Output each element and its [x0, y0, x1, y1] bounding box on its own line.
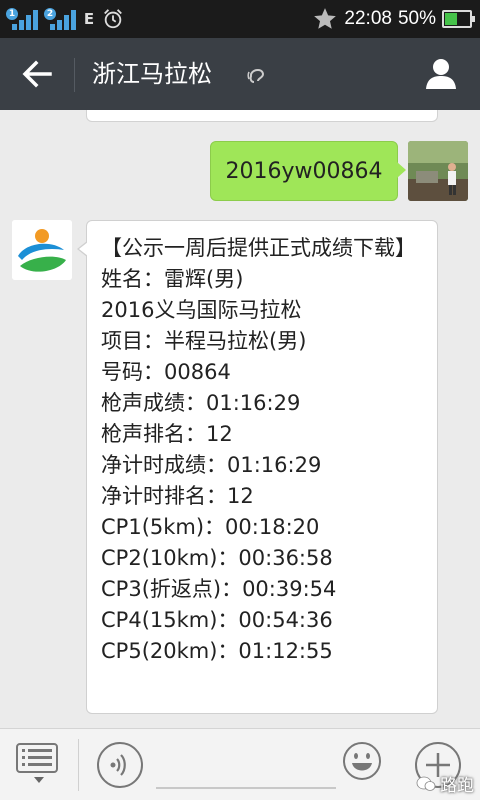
back-arrow-icon[interactable] [20, 58, 54, 90]
watermark-text: 路跑 [440, 776, 474, 796]
sender-logo-avatar[interactable] [12, 220, 72, 280]
sent-message-bubble[interactable]: 2016yw00864 [210, 141, 406, 201]
menu-icon[interactable] [16, 743, 62, 783]
network-type: E [83, 10, 95, 28]
previous-message-bubble[interactable] [86, 110, 438, 122]
battery-percent: 50% [397, 8, 436, 29]
voice-icon[interactable] [96, 741, 144, 789]
status-left: 1 2 E [6, 6, 124, 32]
clock: 22:08 [344, 8, 392, 29]
earpiece-icon [247, 68, 265, 83]
message-line: 【公示一周后提供正式成绩下载】 [101, 236, 416, 260]
profile-icon[interactable] [424, 56, 458, 90]
wechat-icon [416, 776, 436, 791]
my-avatar[interactable] [408, 141, 468, 201]
chat-area[interactable]: 2016yw00864 【公示一周后提供正式成绩下载】 姓名：雷辉(男) 201… [0, 110, 480, 728]
message-line: 2016义乌国际马拉松 [101, 298, 302, 322]
alarm-icon [104, 9, 122, 29]
message-line: CP5(20km)：01:12:55 [101, 639, 333, 663]
received-message-bubble[interactable]: 【公示一周后提供正式成绩下载】 姓名：雷辉(男) 2016义乌国际马拉松 项目：… [77, 220, 438, 714]
title-bar: 浙江马拉松 [0, 38, 480, 110]
message-line: 枪声排名：12 [101, 422, 233, 446]
signal-icon: 2 [44, 8, 76, 30]
message-line: 净计时排名：12 [101, 484, 254, 508]
signal-icon: 1 [6, 8, 38, 30]
star-icon [314, 8, 337, 29]
status-right: 22:08 50% [312, 6, 475, 32]
sent-message-text: 2016yw00864 [225, 158, 383, 184]
message-line: 姓名：雷辉(男) [101, 267, 244, 291]
message-line: 枪声成绩：01:16:29 [101, 391, 301, 415]
message-line: 号码：00864 [101, 360, 231, 384]
message-line: 项目：半程马拉松(男) [101, 329, 307, 353]
message-line: CP2(10km)：00:36:58 [101, 546, 333, 570]
message-line: CP1(5km)：00:18:20 [101, 515, 320, 539]
battery-icon [442, 10, 475, 28]
input-divider [78, 739, 79, 791]
message-input[interactable] [156, 743, 336, 789]
status-bar: 1 2 E 22:08 50% [0, 0, 480, 38]
emoji-icon[interactable] [342, 741, 382, 781]
chat-title: 浙江马拉松 [92, 60, 212, 88]
message-line: CP3(折返点)：00:39:54 [101, 577, 337, 601]
input-bar: 路跑 [0, 728, 480, 800]
header-divider [74, 58, 75, 92]
watermark: 路跑 [416, 771, 474, 796]
message-line: CP4(15km)：00:54:36 [101, 608, 333, 632]
message-line: 净计时成绩：01:16:29 [101, 453, 322, 477]
